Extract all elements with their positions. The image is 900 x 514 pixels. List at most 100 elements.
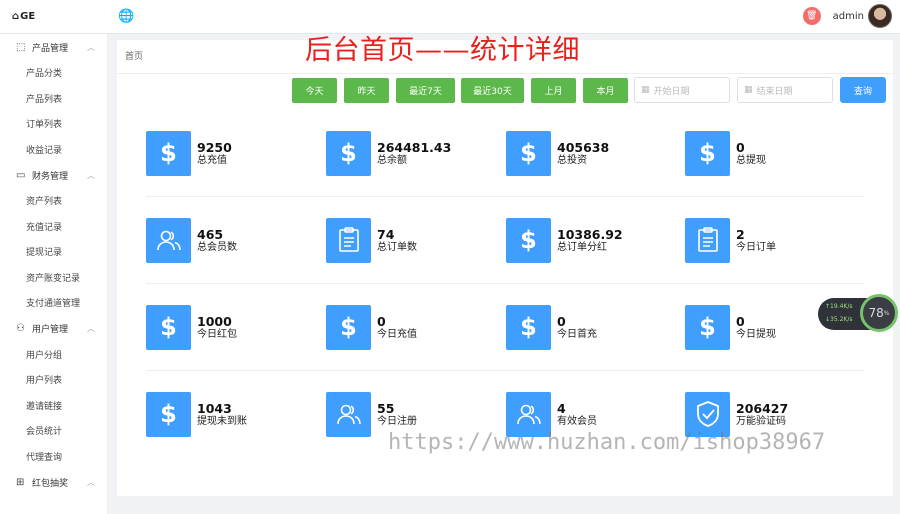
globe-icon[interactable]: 🌐 xyxy=(118,9,134,24)
sidebar-item-product-category[interactable]: 产品分类 xyxy=(0,60,107,86)
chevron-up-icon: ︿ xyxy=(87,324,95,333)
stat-tile: $ 0 今日首充 xyxy=(506,304,676,350)
dollar-icon: $ xyxy=(506,130,551,176)
stat-label: 总会员数 xyxy=(197,241,237,253)
network-speed-widget[interactable]: ↑19.4K/s ↓35.2K/s 78% xyxy=(818,294,898,332)
clipboard-icon xyxy=(326,217,371,263)
stat-value: 405638 xyxy=(557,139,610,155)
stat-label: 今日红包 xyxy=(197,328,237,340)
stat-label: 总投资 xyxy=(557,154,587,166)
top-right-area: 🗑 admin xyxy=(802,4,892,28)
stat-label: 提现未到账 xyxy=(197,415,247,427)
stat-tile: $ 10386.92 总订单分红 xyxy=(506,217,676,263)
stat-value: 264481.43 xyxy=(377,139,452,155)
filter-last7-button[interactable]: 最近7天 xyxy=(396,78,455,103)
cube-icon: ⬚ xyxy=(16,41,26,53)
stat-value: 4 xyxy=(557,400,566,416)
breadcrumb[interactable]: 首页 xyxy=(125,49,143,62)
divider xyxy=(117,73,893,74)
filter-last-month-button[interactable]: 上月 xyxy=(531,78,576,103)
stat-tile: $ 405638 总投资 xyxy=(506,130,676,176)
chevron-up-icon: ︿ xyxy=(87,42,95,52)
stat-tile: $ 0 今日充值 xyxy=(326,304,496,350)
calendar-icon: ▦ xyxy=(641,85,650,95)
sidebar-group-finance[interactable]: ▭ 财务管理 ︿ xyxy=(0,162,107,188)
page-title-overlay: 后台首页——统计详细 xyxy=(305,35,580,66)
sidebar-item-invite-links[interactable]: 邀请链接 xyxy=(0,393,107,419)
sidebar-item-user-groups[interactable]: 用户分组 xyxy=(0,342,107,368)
stat-tile: $ 9250 总充值 xyxy=(146,130,316,176)
stat-tile: 465 总会员数 xyxy=(146,217,316,263)
stat-label: 今日订单 xyxy=(736,241,776,253)
usage-gauge: 78% xyxy=(860,294,898,332)
stat-value: 9250 xyxy=(197,139,232,155)
stat-value: 2 xyxy=(736,226,745,242)
gift-icon: ⊞ xyxy=(16,476,25,488)
usage-percent: 78 xyxy=(868,306,884,320)
sidebar-group-red-packet[interactable]: ⊞ 红包抽奖 ︿ xyxy=(0,469,107,495)
user-icon: ⚇ xyxy=(16,323,25,334)
sidebar-group-label: 红包抽奖 xyxy=(32,478,69,489)
sidebar-item-member-stats[interactable]: 会员统计 xyxy=(0,418,107,444)
stat-value: 465 xyxy=(197,226,224,242)
stat-label: 今日注册 xyxy=(377,415,417,427)
start-date-input[interactable]: ▦ 开始日期 xyxy=(634,77,730,103)
stat-value: 0 xyxy=(377,313,386,329)
stat-tile: 74 总订单数 xyxy=(326,217,496,263)
dollar-icon: $ xyxy=(146,130,191,176)
sidebar-item-user-list[interactable]: 用户列表 xyxy=(0,367,107,393)
sidebar-item-asset-change-records[interactable]: 资产账变记录 xyxy=(0,265,107,291)
sidebar-item-agent-query[interactable]: 代理查询 xyxy=(0,444,107,470)
stat-label: 总充值 xyxy=(197,154,227,166)
dollar-icon: $ xyxy=(146,391,191,437)
stat-label: 今日充值 xyxy=(377,328,417,340)
wallet-icon: ▭ xyxy=(16,169,26,181)
sidebar-item-product-list[interactable]: 产品列表 xyxy=(0,86,107,112)
sidebar-item-withdraw-records[interactable]: 提现记录 xyxy=(0,239,107,265)
row-divider xyxy=(146,196,864,197)
sidebar-group-label: 用户管理 xyxy=(32,325,69,335)
sidebar: ⬚ 产品管理 ︿ 产品分类 产品列表 订单列表 收益记录 ▭ 财务管理 ︿ 资产… xyxy=(0,34,108,514)
sidebar-item-income-records[interactable]: 收益记录 xyxy=(0,137,107,163)
dollar-icon: $ xyxy=(685,304,730,350)
watermark: https://www.huzhan.com/ishop38967 xyxy=(388,430,826,455)
sidebar-item-recharge-records[interactable]: 充值记录 xyxy=(0,214,107,240)
sidebar-item-payment-channels[interactable]: 支付通道管理 xyxy=(0,290,107,316)
stat-label: 有效会员 xyxy=(557,415,597,427)
sidebar-item-order-list[interactable]: 订单列表 xyxy=(0,111,107,137)
download-speed: ↓35.2K/s xyxy=(825,316,853,323)
home-icon: ⌂ xyxy=(12,11,20,22)
row-divider xyxy=(146,283,864,284)
sidebar-group-users[interactable]: ⚇ 用户管理 ︿ xyxy=(0,316,107,342)
usage-unit: % xyxy=(883,309,890,317)
stat-label: 万能验证码 xyxy=(736,415,786,427)
filter-this-month-button[interactable]: 本月 xyxy=(583,78,628,103)
dollar-icon: $ xyxy=(326,130,371,176)
filter-today-button[interactable]: 今天 xyxy=(292,78,337,103)
stat-value: 0 xyxy=(557,313,566,329)
avatar[interactable] xyxy=(868,4,892,28)
admin-username[interactable]: admin xyxy=(833,11,864,22)
sidebar-item-asset-list[interactable]: 资产列表 xyxy=(0,188,107,214)
stat-value: 0 xyxy=(736,139,745,155)
end-date-placeholder: 结束日期 xyxy=(756,86,793,97)
stat-value: 1043 xyxy=(197,400,232,416)
users-icon xyxy=(146,217,191,263)
stat-label: 总订单分红 xyxy=(557,241,607,253)
stat-value: 206427 xyxy=(736,400,789,416)
sidebar-group-products[interactable]: ⬚ 产品管理 ︿ xyxy=(0,34,107,60)
query-button[interactable]: 查询 xyxy=(840,77,886,103)
stat-tile: $ 264481.43 总余额 xyxy=(326,130,496,176)
chevron-up-icon: ︿ xyxy=(87,170,95,180)
dollar-icon: $ xyxy=(146,304,191,350)
dollar-icon: $ xyxy=(506,217,551,263)
trash-icon[interactable]: 🗑 xyxy=(802,7,821,25)
logo[interactable]: ⌂ GE xyxy=(0,11,108,22)
filter-yesterday-button[interactable]: 昨天 xyxy=(344,78,389,103)
stat-value: 74 xyxy=(377,226,395,242)
dollar-icon: $ xyxy=(506,304,551,350)
end-date-input[interactable]: ▦ 结束日期 xyxy=(737,77,833,103)
stat-label: 总提现 xyxy=(736,154,766,166)
stat-label: 总余额 xyxy=(377,154,407,166)
filter-last30-button[interactable]: 最近30天 xyxy=(461,78,524,103)
